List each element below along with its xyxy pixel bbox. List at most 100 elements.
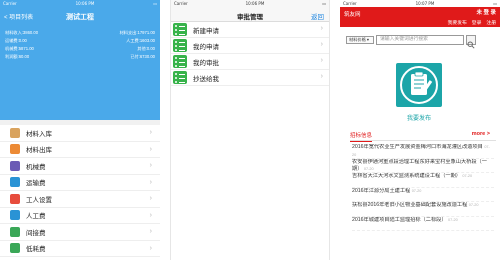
- more-link[interactable]: more >: [472, 131, 490, 137]
- summary-row: 材料收入:3860.00 材料支出:17971.00: [5, 29, 155, 37]
- search-icon: [467, 41, 475, 49]
- login-link[interactable]: 登录: [472, 19, 482, 26]
- news-title: 吉林省大江大河水文监测系统建设工程（一期）: [352, 173, 461, 179]
- menu-item-label: 我的审批: [193, 59, 219, 67]
- menu-item-label: 运输费: [26, 180, 46, 188]
- news-title: 2016年宽代农业生产发展资金梅河口市海龙灌区改造项目: [352, 144, 483, 150]
- summary-right: 其他:0.00: [137, 46, 155, 51]
- menu-item-labor[interactable]: 人工费 ›: [0, 208, 160, 224]
- summary-row: 运输费:0.00 人工费:1603.00: [5, 37, 155, 45]
- summary-right: 已付:6730.00: [130, 54, 155, 59]
- menu-item-my-approvals[interactable]: 我的审批 ›: [171, 54, 329, 70]
- battery-icon: ▭: [493, 1, 497, 6]
- menu-item-my-requests[interactable]: 我的申请 ›: [171, 38, 329, 54]
- menu-item-worker-settings[interactable]: 工人设置 ›: [0, 191, 160, 208]
- summary-row: 机械费:5871.00 其他:0.00: [5, 45, 155, 53]
- list-item[interactable]: 2016年城建项目陆工监理招标（二标段） 07-20: [352, 216, 494, 231]
- approval-menu: 新建申请 › 我的申请 › 我的审批 › 抄送给我 ›: [171, 22, 329, 86]
- news-title: 2016年江源分局土建工程: [352, 187, 411, 194]
- summary-left: 机械费:5871.00: [5, 46, 34, 51]
- clock-label: 10:07 PM: [415, 1, 435, 6]
- chevron-right-icon: ›: [149, 162, 152, 169]
- menu-item-new-request[interactable]: 新建申请 ›: [171, 22, 329, 38]
- cc-to-me-icon: [173, 71, 187, 84]
- menu-item-label: 新建申请: [193, 27, 219, 35]
- list-item[interactable]: 农安县伊通河重点段治理工程东好来宝村至象山大桥段（一期） 07-20: [352, 159, 494, 173]
- menu-item-label: 间接费: [26, 229, 46, 237]
- publish-link[interactable]: 我要发布: [448, 19, 467, 26]
- summary-right: 人工费:1603.00: [126, 38, 155, 43]
- tab-bidding-info[interactable]: 招标信息: [350, 131, 373, 142]
- summary-row: 利润额:60.00 已付:6730.00: [5, 53, 155, 61]
- menu-item-label: 抄送给我: [193, 75, 219, 83]
- menu-item-transport[interactable]: 运输费 ›: [0, 175, 160, 191]
- search-input[interactable]: 请输入关键词进行搜索: [376, 35, 464, 45]
- menu-item-label: 低耗费: [26, 246, 46, 254]
- header-links: 我要发布 登录 注册: [448, 19, 496, 26]
- cost-menu: 材料入库 › 材料出库 › 机械费 › 运输费 › 工人设置 › 人工费 › 间…: [0, 125, 160, 257]
- warehouse-out-icon: [10, 144, 20, 155]
- indirect-cost-icon: [10, 226, 20, 237]
- chevron-right-icon: ›: [149, 145, 152, 153]
- menu-item-machinery[interactable]: 机械费 ›: [0, 158, 160, 175]
- my-requests-icon: [173, 39, 187, 52]
- search-scope-value: 材料价格: [349, 37, 366, 42]
- carrier-label: Carrier: [174, 1, 188, 6]
- search-bar: 材料价格 ▾ 请输入关键词进行搜索: [340, 33, 500, 49]
- battery-icon: ▭: [153, 1, 157, 6]
- chevron-right-icon: ›: [149, 211, 152, 219]
- menu-item-indirect[interactable]: 间接费 ›: [0, 224, 160, 241]
- brand-logo: 筑友网: [344, 12, 361, 18]
- login-status[interactable]: 未 登 录: [476, 8, 496, 16]
- clock-label: 10:06 PM: [75, 1, 95, 6]
- menu-item-consumables[interactable]: 低耗费 ›: [0, 241, 160, 257]
- warehouse-in-icon: [10, 127, 20, 138]
- nav-bar: < 项目列表 测试工程: [0, 7, 160, 25]
- summary-left: 运输费:0.00: [5, 38, 27, 43]
- news-tabs: 招标信息 more >: [350, 131, 496, 142]
- search-button[interactable]: [466, 35, 476, 49]
- project-detail-screen: Carrier 10:06 PM ▭ < 项目列表 测试工程 材料收入:3860…: [0, 0, 160, 260]
- clipboard-pen-icon: [400, 66, 438, 104]
- search-scope-select[interactable]: 材料价格 ▾: [346, 36, 374, 44]
- list-item[interactable]: 2016年江源分局土建工程 07-20: [352, 187, 494, 202]
- nav-bar: 审批管理 返回: [171, 7, 329, 22]
- menu-item-label: 材料入库: [26, 130, 52, 138]
- chevron-right-icon: ›: [320, 41, 323, 48]
- chevron-right-icon: ›: [320, 57, 323, 64]
- publish-tile-label[interactable]: 我要发布: [388, 113, 450, 122]
- new-request-icon: [173, 23, 187, 36]
- back-button[interactable]: 返回: [311, 11, 324, 21]
- machine-icon: [10, 160, 20, 171]
- news-date: 07-20: [448, 217, 458, 222]
- chevron-right-icon: ›: [320, 73, 323, 80]
- summary-left: 利润额:60.00: [5, 54, 30, 59]
- page-title: 测试工程: [66, 14, 94, 21]
- register-link[interactable]: 注册: [486, 19, 496, 26]
- news-date: 07-20: [363, 167, 374, 171]
- header-bar: 筑友网 未 登 录 我要发布 登录 注册: [340, 7, 500, 27]
- cost-summary: 材料收入:3860.00 材料支出:17971.00 运输费:0.00 人工费:…: [0, 25, 160, 120]
- status-bar: Carrier 10:06 PM ▭: [0, 0, 160, 7]
- my-approvals-icon: [173, 55, 187, 68]
- approval-screen: Carrier 10:06 PM ▭ 审批管理 返回 新建申请 › 我的申请 ›…: [170, 0, 330, 260]
- page-title: 审批管理: [237, 14, 263, 21]
- menu-item-materials-out[interactable]: 材料出库 ›: [0, 142, 160, 158]
- menu-item-cc-to-me[interactable]: 抄送给我 ›: [171, 70, 329, 86]
- news-title: 2016年城建项目陆工监理招标（二标段）: [352, 216, 447, 223]
- menu-item-label: 机械费: [26, 163, 46, 171]
- menu-item-label: 我的申请: [193, 43, 219, 51]
- list-item[interactable]: 2016年宽代农业生产发展资金梅河口市海龙灌区改造项目 07-20: [352, 144, 494, 159]
- carrier-label: Carrier: [3, 1, 17, 6]
- clock-label: 10:06 PM: [245, 1, 265, 6]
- menu-item-materials-in[interactable]: 材料入库 ›: [0, 125, 160, 142]
- worker-icon: [10, 193, 20, 204]
- chevron-right-icon: ›: [149, 228, 152, 235]
- list-item[interactable]: 扶松县2016年老旧小区物业基础配套设施改造工程 07-20: [352, 202, 494, 217]
- menu-item-label: 工人设置: [26, 196, 52, 204]
- chevron-right-icon: ›: [320, 25, 323, 32]
- status-bar: Carrier 10:06 PM ▭: [171, 0, 329, 7]
- list-item[interactable]: 吉林省大江大河水文监测系统建设工程（一期） 07-20: [352, 173, 494, 188]
- publish-tile[interactable]: [396, 63, 442, 107]
- chevron-right-icon: ›: [149, 244, 152, 252]
